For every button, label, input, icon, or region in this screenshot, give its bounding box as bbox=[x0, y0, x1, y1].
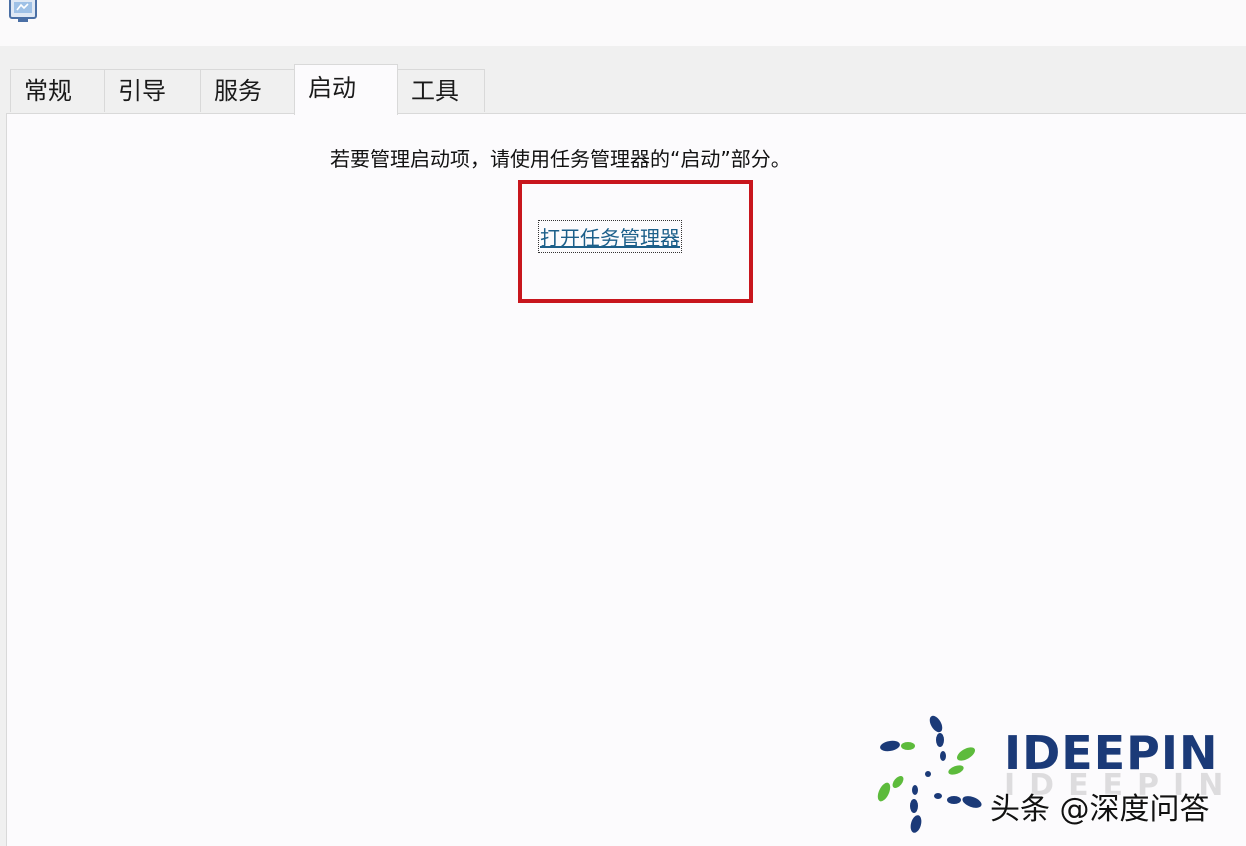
tab-general[interactable]: 常规 bbox=[10, 69, 105, 112]
tab-boot[interactable]: 引导 bbox=[104, 69, 201, 112]
tab-startup[interactable]: 启动 bbox=[294, 64, 398, 115]
ideepin-logo-icon bbox=[877, 715, 982, 833]
tab-tools[interactable]: 工具 bbox=[397, 69, 485, 112]
open-task-manager-link[interactable]: 打开任务管理器 bbox=[538, 220, 682, 253]
title-bar bbox=[0, 0, 1246, 46]
watermark-caption: 头条 @深度问答 bbox=[990, 792, 1210, 827]
tab-services[interactable]: 服务 bbox=[200, 69, 295, 112]
system-config-icon bbox=[9, 0, 37, 22]
watermark-brand: IDEEPIN bbox=[1004, 726, 1219, 780]
startup-instruction-text: 若要管理启动项，请使用任务管理器的“启动”部分。 bbox=[330, 147, 791, 171]
